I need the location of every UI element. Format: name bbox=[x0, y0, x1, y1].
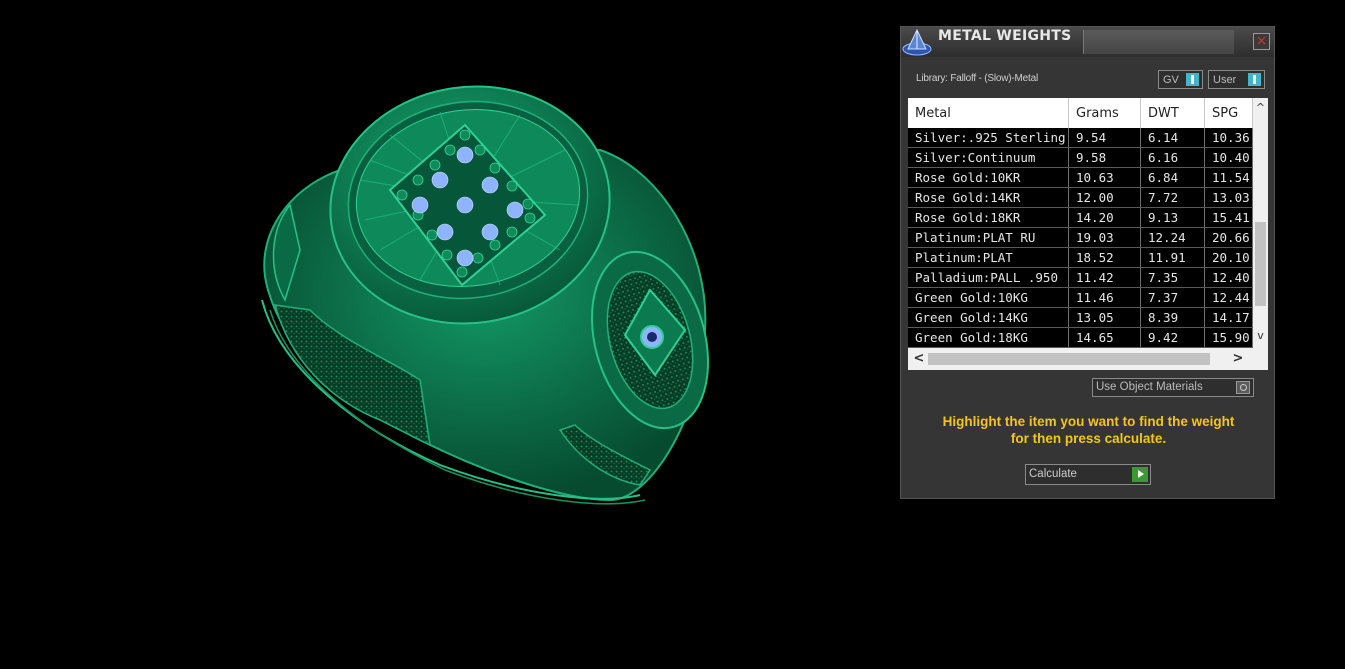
table-cell-spg: 20.66 bbox=[1205, 228, 1253, 247]
table-row[interactable]: Green Gold:10KG 11.46 7.37 12.44 bbox=[908, 288, 1253, 308]
play-arrow-icon bbox=[1132, 467, 1148, 482]
table-cell-metal: Green Gold:18KG bbox=[908, 328, 1069, 347]
window-title: METAL WEIGHTS bbox=[938, 28, 1072, 44]
table-cell-dwt: 12.24 bbox=[1141, 228, 1205, 247]
gv-toggle[interactable]: GV bbox=[1158, 70, 1203, 89]
table-cell-spg: 20.10 bbox=[1205, 248, 1253, 267]
table-cell-dwt: 9.13 bbox=[1141, 208, 1205, 227]
table-row[interactable]: Rose Gold:18KR 14.20 9.13 15.41 bbox=[908, 208, 1253, 228]
title-bar[interactable]: METAL WEIGHTS × bbox=[901, 27, 1274, 57]
table-row[interactable]: Silver:Continuum 9.58 6.16 10.40 bbox=[908, 148, 1253, 168]
table-cell-metal: Silver:Continuum bbox=[908, 148, 1069, 167]
table-header: Metal Grams DWT SPG bbox=[908, 98, 1253, 128]
table-cell-grams: 19.03 bbox=[1069, 228, 1141, 247]
user-toggle-label: User bbox=[1213, 74, 1237, 86]
toggle-on-icon bbox=[1186, 73, 1199, 86]
vertical-scroll-thumb[interactable] bbox=[1255, 222, 1266, 306]
instruction-text: Highlight the item you want to find the … bbox=[911, 413, 1266, 447]
user-toggle[interactable]: User bbox=[1208, 70, 1265, 89]
table-cell-metal: Rose Gold:18KR bbox=[908, 208, 1069, 227]
table-row[interactable]: Silver:.925 Sterling 9.54 6.14 10.36 bbox=[908, 128, 1253, 148]
calculate-button[interactable]: Calculate bbox=[1025, 464, 1151, 485]
ring-model[interactable] bbox=[0, 0, 890, 669]
table-cell-spg: 14.17 bbox=[1205, 308, 1253, 327]
table-cell-spg: 15.90 bbox=[1205, 328, 1253, 347]
horizontal-scrollbar[interactable]: < > bbox=[908, 348, 1268, 370]
metal-weights-panel: METAL WEIGHTS × Library: Falloff - (Slow… bbox=[900, 26, 1275, 499]
vertical-scrollbar[interactable]: ^ v bbox=[1253, 98, 1268, 348]
table-row[interactable]: Rose Gold:14KR 12.00 7.72 13.03 bbox=[908, 188, 1253, 208]
table-cell-grams: 9.54 bbox=[1069, 128, 1141, 147]
table-row[interactable]: Platinum:PLAT 18.52 11.91 20.10 bbox=[908, 248, 1253, 268]
gv-toggle-label: GV bbox=[1163, 74, 1179, 86]
table-cell-metal: Platinum:PLAT bbox=[908, 248, 1069, 267]
3d-viewport[interactable] bbox=[0, 0, 890, 669]
table-body: Silver:.925 Sterling 9.54 6.14 10.36 Silver:… bbox=[908, 128, 1253, 348]
table-cell-spg: 13.03 bbox=[1205, 188, 1253, 207]
table-cell-grams: 14.65 bbox=[1069, 328, 1141, 347]
scroll-up-icon[interactable]: ^ bbox=[1253, 100, 1268, 116]
table-cell-metal: Palladium:PALL .950 bbox=[908, 268, 1069, 287]
column-header-metal[interactable]: Metal bbox=[908, 98, 1069, 128]
table-cell-grams: 10.63 bbox=[1069, 168, 1141, 187]
table-cell-grams: 14.20 bbox=[1069, 208, 1141, 227]
table-row[interactable]: Green Gold:14KG 13.05 8.39 14.17 bbox=[908, 308, 1253, 328]
table-cell-metal: Silver:.925 Sterling bbox=[908, 128, 1069, 147]
table-cell-spg: 10.40 bbox=[1205, 148, 1253, 167]
table-cell-dwt: 7.35 bbox=[1141, 268, 1205, 287]
table-cell-metal: Rose Gold:14KR bbox=[908, 188, 1069, 207]
metal-table[interactable]: Metal Grams DWT SPG Silver:.925 Sterling… bbox=[908, 98, 1268, 370]
table-cell-dwt: 7.37 bbox=[1141, 288, 1205, 307]
table-row[interactable]: Platinum:PLAT RU 19.03 12.24 20.66 bbox=[908, 228, 1253, 248]
table-cell-metal: Green Gold:14KG bbox=[908, 308, 1069, 327]
use-object-materials-toggle[interactable]: Use Object Materials bbox=[1092, 378, 1254, 397]
title-bar-spacer bbox=[1083, 30, 1234, 54]
table-cell-grams: 11.46 bbox=[1069, 288, 1141, 307]
table-cell-dwt: 9.42 bbox=[1141, 328, 1205, 347]
table-cell-dwt: 6.16 bbox=[1141, 148, 1205, 167]
toggle-off-icon bbox=[1236, 381, 1250, 394]
table-cell-dwt: 8.39 bbox=[1141, 308, 1205, 327]
table-cell-dwt: 6.14 bbox=[1141, 128, 1205, 147]
table-cell-dwt: 6.84 bbox=[1141, 168, 1205, 187]
table-row[interactable]: Palladium:PALL .950 11.42 7.35 12.40 bbox=[908, 268, 1253, 288]
column-header-spg[interactable]: SPG bbox=[1205, 98, 1253, 128]
instruction-line-2: for then press calculate. bbox=[1010, 431, 1167, 446]
use-object-materials-label: Use Object Materials bbox=[1096, 381, 1203, 393]
library-label: Library: Falloff - (Slow)-Metal bbox=[916, 73, 1038, 84]
table-cell-grams: 9.58 bbox=[1069, 148, 1141, 167]
toggle-on-icon bbox=[1248, 73, 1261, 86]
table-cell-spg: 12.44 bbox=[1205, 288, 1253, 307]
table-cell-metal: Green Gold:10KG bbox=[908, 288, 1069, 307]
scroll-down-icon[interactable]: v bbox=[1253, 328, 1268, 344]
close-button[interactable]: × bbox=[1253, 33, 1270, 50]
scroll-right-icon[interactable]: > bbox=[1230, 351, 1246, 367]
table-cell-dwt: 11.91 bbox=[1141, 248, 1205, 267]
table-cell-grams: 13.05 bbox=[1069, 308, 1141, 327]
column-header-grams[interactable]: Grams bbox=[1069, 98, 1141, 128]
scroll-left-icon[interactable]: < bbox=[911, 351, 927, 367]
table-cell-grams: 11.42 bbox=[1069, 268, 1141, 287]
table-cell-dwt: 7.72 bbox=[1141, 188, 1205, 207]
app-logo-icon bbox=[902, 28, 932, 56]
table-cell-grams: 18.52 bbox=[1069, 248, 1141, 267]
table-cell-grams: 12.00 bbox=[1069, 188, 1141, 207]
table-cell-spg: 11.54 bbox=[1205, 168, 1253, 187]
horizontal-scroll-thumb[interactable] bbox=[928, 353, 1210, 365]
table-row[interactable]: Rose Gold:10KR 10.63 6.84 11.54 bbox=[908, 168, 1253, 188]
table-cell-spg: 15.41 bbox=[1205, 208, 1253, 227]
column-header-dwt[interactable]: DWT bbox=[1141, 98, 1205, 128]
table-cell-spg: 12.40 bbox=[1205, 268, 1253, 287]
instruction-line-1: Highlight the item you want to find the … bbox=[942, 414, 1235, 429]
table-cell-metal: Platinum:PLAT RU bbox=[908, 228, 1069, 247]
table-cell-spg: 10.36 bbox=[1205, 128, 1253, 147]
table-cell-metal: Rose Gold:10KR bbox=[908, 168, 1069, 187]
calculate-label: Calculate bbox=[1029, 468, 1077, 480]
table-row[interactable]: Green Gold:18KG 14.65 9.42 15.90 bbox=[908, 328, 1253, 348]
